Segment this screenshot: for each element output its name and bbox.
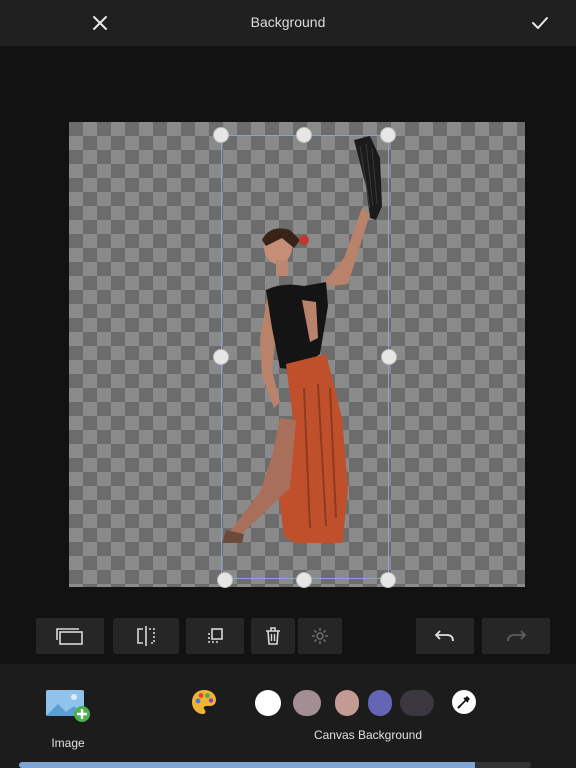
confirm-button[interactable] [524,8,556,38]
resize-handle-left[interactable] [213,349,229,365]
progress-fill [19,762,475,768]
delete-icon [266,627,280,645]
bottom-panel: Image Canvas Background [0,664,576,768]
settings-icon [312,628,328,644]
check-icon [532,17,548,29]
top-bar: Background [0,0,576,46]
resize-handle-bottom[interactable] [296,572,312,588]
resize-handle-bottom-left[interactable] [217,572,233,588]
delete-button[interactable] [251,618,295,654]
color-palette-button[interactable] [190,688,218,716]
resize-handle-bottom-right[interactable] [380,572,396,588]
image-add-icon [46,690,90,722]
resize-handle-top-right[interactable] [380,127,396,143]
selection-box [221,135,389,579]
swatch-periwinkle[interactable] [368,690,392,716]
swatch-white[interactable] [255,690,281,716]
resize-handle-right[interactable] [381,349,397,365]
resize-handle-top-left[interactable] [213,127,229,143]
redo-button[interactable] [482,618,550,654]
duplicate-icon [208,628,223,643]
palette-icon [192,690,216,714]
flip-horizontal-icon [137,626,155,646]
swatch-dusty-rose[interactable] [335,690,359,716]
canvas-background-label: Canvas Background [313,728,423,742]
redo-icon [507,630,527,642]
duplicate-button[interactable] [186,618,244,654]
undo-button[interactable] [416,618,474,654]
progress-bar [19,762,531,768]
swatch-mauve-gray[interactable] [293,690,321,716]
settings-button[interactable] [298,618,342,654]
image-label: Image [51,736,85,750]
swatch-charcoal[interactable] [400,690,434,716]
page-title: Background [250,14,326,30]
aspect-ratio-button[interactable] [36,618,104,654]
flip-button[interactable] [113,618,179,654]
undo-icon [434,630,454,642]
add-image-button[interactable]: Image [40,684,96,754]
eyedropper-icon [457,696,470,709]
eyedropper-button[interactable] [452,690,476,714]
edit-toolbar [0,618,576,654]
aspect-ratio-icon [56,628,83,645]
resize-handle-top[interactable] [296,127,312,143]
